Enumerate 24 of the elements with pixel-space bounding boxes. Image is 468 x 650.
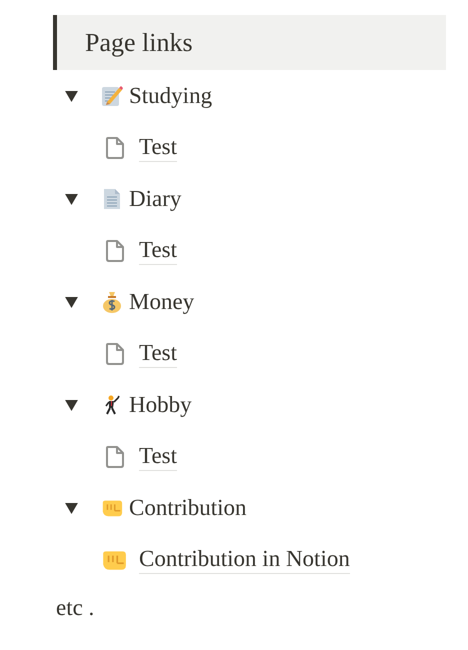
toggle-title[interactable]: Contribution: [129, 495, 247, 521]
toggle-title[interactable]: Studying: [129, 83, 212, 109]
document-icon: [101, 188, 123, 210]
page-icon: [105, 136, 125, 160]
toggle-triangle-icon[interactable]: [65, 194, 78, 204]
memo-icon: [101, 85, 123, 107]
page-link[interactable]: Test: [139, 133, 177, 162]
toggle-title[interactable]: Diary: [129, 186, 182, 212]
toggle-triangle-icon[interactable]: [65, 400, 78, 410]
page-link[interactable]: Test: [139, 339, 177, 368]
page-icon: [105, 444, 125, 468]
toggle-triangle-icon[interactable]: [65, 90, 78, 102]
page-link[interactable]: Test: [139, 442, 177, 471]
heading-title: Page links: [85, 28, 193, 58]
toggle-triangle-icon[interactable]: [65, 502, 78, 514]
page-link[interactable]: Test: [139, 236, 177, 265]
toggle-title[interactable]: Money: [129, 289, 194, 315]
page-icon: [105, 342, 125, 366]
page-link[interactable]: Contribution in Notion: [139, 545, 350, 574]
toggle-title[interactable]: Hobby: [129, 392, 192, 418]
money-bag-icon: [101, 291, 123, 313]
page-icon: [105, 238, 125, 262]
footer-text: etc .: [56, 595, 96, 621]
toggle-triangle-icon[interactable]: [65, 296, 78, 308]
